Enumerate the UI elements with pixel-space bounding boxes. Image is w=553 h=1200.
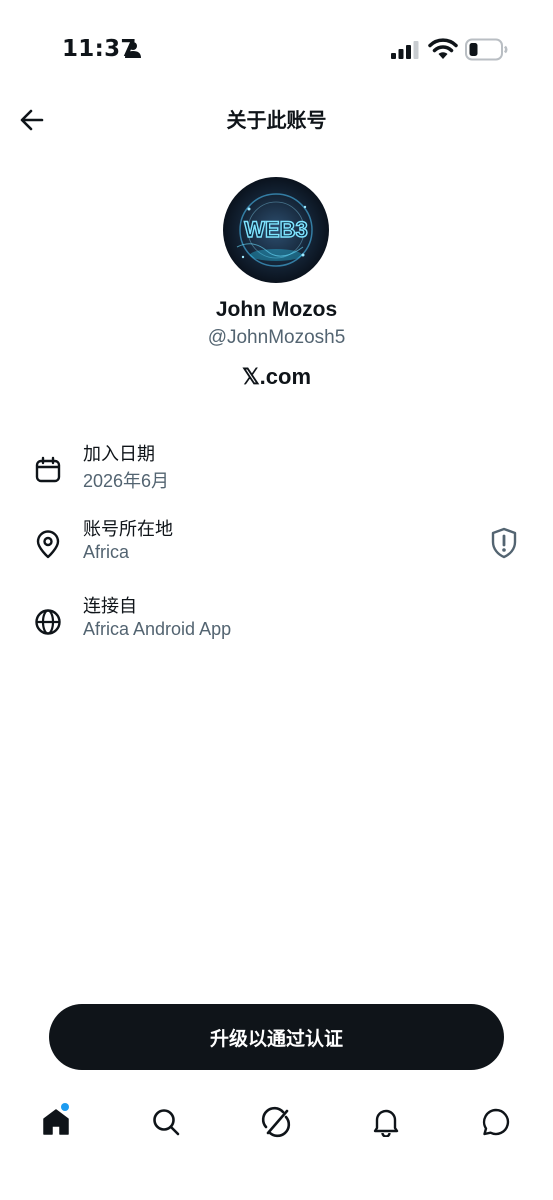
messages-icon [482,1108,510,1136]
nav-home[interactable] [36,1102,76,1142]
info-label: 账号所在地 [83,519,173,540]
home-icon [43,1109,69,1135]
user-handle: @JohnMozosh5 [207,327,346,348]
info-row-joined: 加入日期 2026年6月 [0,440,553,506]
location-pin-icon [36,530,60,559]
info-value: 2026年6月 [83,471,170,491]
info-row-location: 账号所在地 Africa [0,515,553,581]
info-label: 加入日期 [83,444,155,465]
web3-avatar-image: WEB3 [223,177,329,283]
nav-messages[interactable] [476,1102,516,1142]
info-value: Africa Android App [83,619,232,639]
grok-icon [261,1106,291,1138]
upgrade-verify-button[interactable]: 升级以通过认证 [49,1004,504,1070]
display-name: John Mozos [215,298,338,321]
shield-alert-icon[interactable] [489,527,519,559]
nav-search[interactable] [146,1102,186,1142]
site-name: 𝕏.com [241,364,312,389]
battery-icon [465,38,508,61]
calendar-icon [35,456,61,483]
info-label: 连接自 [83,596,137,617]
cellular-signal-icon [391,41,419,59]
unread-dot [61,1103,69,1111]
page-title: 关于此账号 [226,108,327,132]
status-bar: 11:37 [0,0,553,100]
info-value: Africa [83,542,130,562]
person-icon [125,42,141,58]
notifications-icon [373,1109,399,1137]
nav-grok[interactable] [256,1102,296,1142]
search-icon [153,1109,180,1136]
info-row-connected-via: 连接自 Africa Android App [0,592,553,658]
wifi-icon [428,38,458,59]
globe-icon [35,609,61,635]
avatar[interactable]: WEB3 [223,177,329,283]
svg-text:WEB3: WEB3 [244,217,308,242]
nav-notifications[interactable] [366,1102,406,1142]
